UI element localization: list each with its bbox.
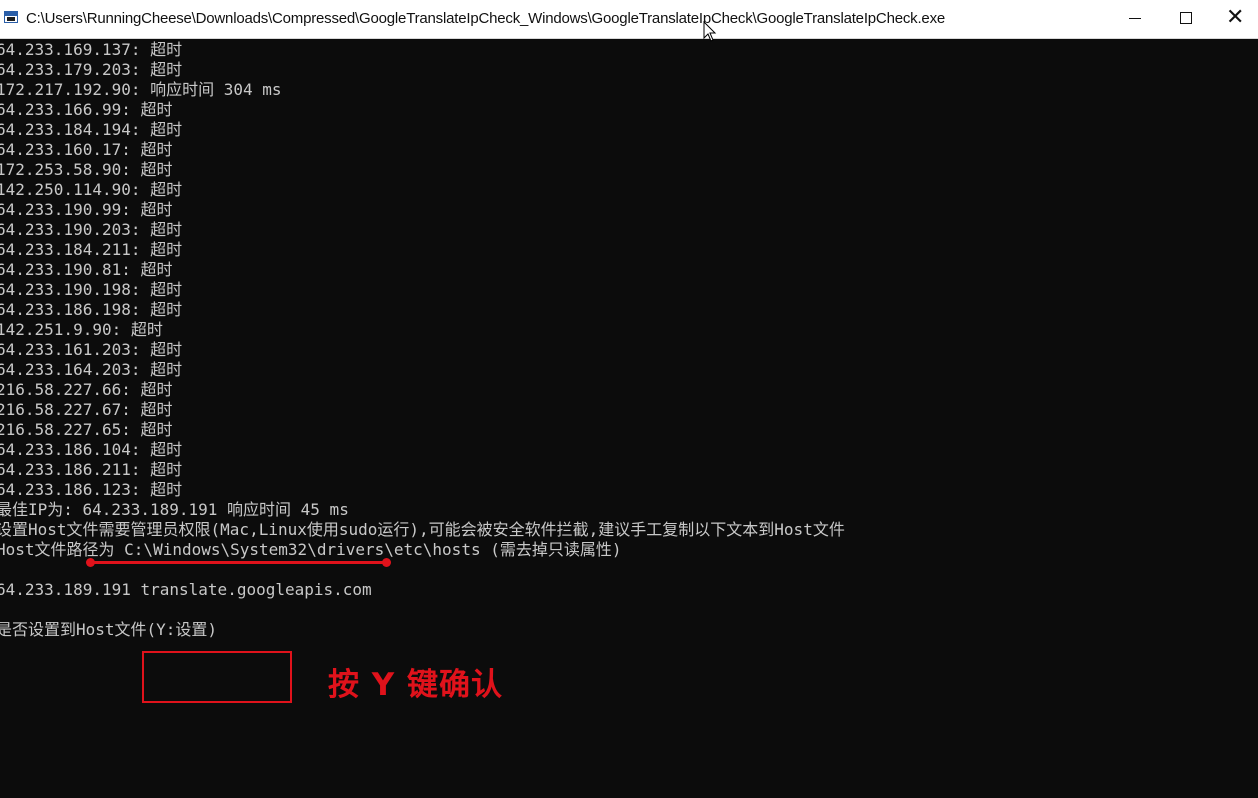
console-line: 142.250.114.90: 超时 [0,180,183,199]
console-line: 64.233.169.137: 超时 [0,40,183,59]
close-icon: ✕ [1226,5,1245,30]
console-line: 64.233.160.17: 超时 [0,140,173,159]
title-bar[interactable]: C:\Users\RunningCheese\Downloads\Compres… [0,0,1258,42]
console-line: 216.58.227.65: 超时 [0,420,173,439]
best-ip-underline [86,558,391,567]
console-line: 64.233.166.99: 超时 [0,100,173,119]
console-line: 64.233.184.194: 超时 [0,120,183,139]
console-line: 设置Host文件需要管理员权限(Mac,Linux使用sudo运行),可能会被安… [0,520,845,539]
console-line: 64.233.184.211: 超时 [0,240,183,259]
window-title: C:\Users\RunningCheese\Downloads\Compres… [26,10,946,27]
minimize-button[interactable] [1112,0,1160,38]
console-line: 64.233.164.203: 超时 [0,360,183,379]
console-line: 64.233.186.104: 超时 [0,440,183,459]
maximize-icon [1180,12,1192,24]
console-line: 64.233.190.99: 超时 [0,200,173,219]
prompt-highlight-box [142,651,292,703]
console-line: 最佳IP为: 64.233.189.191 响应时间 45 ms [0,500,349,519]
close-button[interactable]: ✕ [1212,0,1258,38]
console-line: 64.233.186.211: 超时 [0,460,183,479]
console-line: 216.58.227.67: 超时 [0,400,173,419]
console-line: 64.233.190.198: 超时 [0,280,183,299]
console-line: 64.233.190.203: 超时 [0,220,183,239]
console-line: 是否设置到Host文件(Y:设置) [0,620,218,639]
console-line: 64.233.186.198: 超时 [0,300,183,319]
console-line: 172.217.192.90: 响应时间 304 ms [0,80,282,99]
console-line: 172.253.58.90: 超时 [0,160,173,179]
confirm-annotation: 按 Y 键确认 [328,667,504,703]
console-line: 64.233.190.81: 超时 [0,260,173,279]
console-line: 216.58.227.66: 超时 [0,380,173,399]
console-line: Host文件路径为 C:\Windows\System32\drivers\et… [0,540,622,559]
console-window: C:\Users\RunningCheese\Downloads\Compres… [0,0,1258,798]
console-line: 64.233.161.203: 超时 [0,340,183,359]
console-app-icon[interactable] [4,11,18,23]
console-line: 64.233.186.123: 超时 [0,480,183,499]
maximize-button[interactable] [1168,0,1216,38]
minimize-icon [1129,18,1141,19]
console-line: 142.251.9.90: 超时 [0,320,163,339]
console-output[interactable]: 64.233.169.137: 超时 64.233.179.203: 超时 172.… [0,39,1258,798]
console-line: 64.233.179.203: 超时 [0,60,183,79]
console-line: 64.233.189.191 translate.googleapis.com [0,580,372,599]
